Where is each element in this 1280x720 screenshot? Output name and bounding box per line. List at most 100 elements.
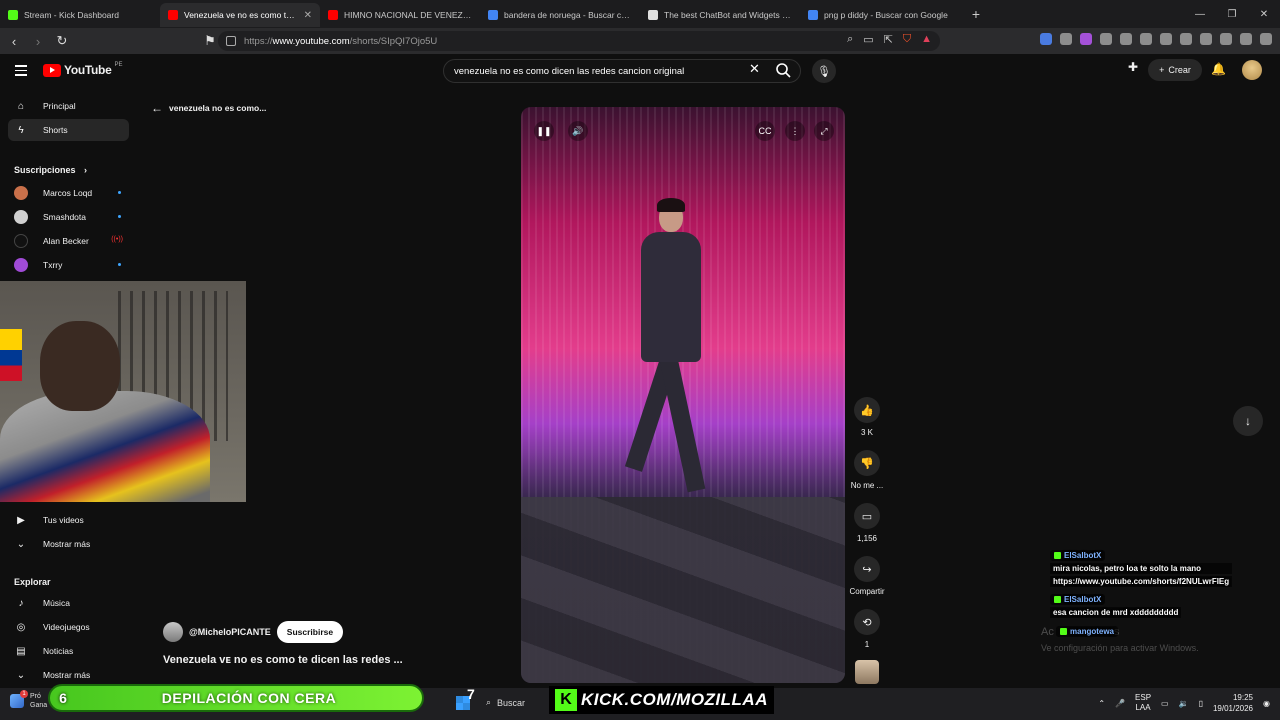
sidebar-item-principal[interactable]: ⌂ Principal — [8, 95, 129, 117]
leo-icon[interactable] — [1220, 33, 1232, 45]
voice-search-icon[interactable]: 🎙 — [812, 59, 836, 83]
minimize-button[interactable]: — — [1184, 0, 1216, 28]
close-window-button[interactable]: ✕ — [1248, 0, 1280, 28]
lang-line2: LAA — [1135, 703, 1151, 712]
chat-message-2: mangotewa — [1056, 626, 1119, 637]
notification-center-icon[interactable]: ◉ — [1263, 699, 1270, 708]
clock[interactable]: 19:25 19/01/2026 — [1213, 692, 1253, 714]
comments-button[interactable]: ▭ 1,156 — [848, 503, 886, 543]
forward-nav-button[interactable]: › — [28, 31, 48, 51]
volume-tray-icon[interactable]: 🔉 — [1179, 699, 1189, 708]
channel-avatar[interactable] — [163, 622, 183, 642]
sidebar-item-videojuegos[interactable]: ◎ Videojuegos — [8, 616, 129, 638]
maximize-button[interactable]: ❐ — [1216, 0, 1248, 28]
browser-tab[interactable]: png p diddy - Buscar con Google — [800, 3, 960, 27]
new-tab-button[interactable]: + — [966, 4, 986, 24]
more-options-icon[interactable]: ⋮ — [785, 121, 805, 141]
sound-thumbnail[interactable] — [855, 660, 879, 684]
remix-button[interactable]: ⟲ 1 — [848, 609, 886, 649]
back-nav-button[interactable]: ‹ — [4, 31, 24, 51]
purple-extension-icon[interactable] — [1080, 33, 1092, 45]
language-indicator[interactable]: ESP LAA — [1135, 693, 1151, 713]
search-icon[interactable] — [773, 60, 793, 80]
reload-button[interactable]: ↻ — [52, 31, 72, 51]
network-icon[interactable]: ▭ — [1161, 699, 1169, 708]
url-field[interactable]: https://www.youtube.com/shorts/SIpQI7Ojo… — [218, 31, 940, 51]
subscribe-button[interactable]: Suscribirse — [276, 621, 344, 643]
battery-icon[interactable]: ▯ — [1199, 699, 1203, 708]
brave-shield-icon[interactable]: ⛉ — [903, 33, 911, 46]
volume-icon[interactable]: 🔊 — [568, 121, 588, 141]
browser-tab[interactable]: The best ChatBot and Widgets for K — [640, 3, 800, 27]
extension-icon[interactable] — [1060, 33, 1072, 45]
hamburger-menu-icon[interactable] — [15, 65, 27, 79]
site-info-icon[interactable] — [226, 36, 236, 46]
youtube-logo-text: YouTube — [64, 63, 112, 77]
browser-tab[interactable]: bandera de noruega - Buscar con Go — [480, 3, 640, 27]
back-to-results-button[interactable]: ← venezuela no es como... — [151, 101, 266, 115]
captions-icon[interactable]: CC — [755, 121, 775, 141]
chevron-right-icon: › — [84, 165, 88, 175]
watermark-line2-end: configuración para activar Windows. — [1054, 643, 1199, 653]
cast-icon[interactable]: ▭ — [863, 33, 873, 46]
search-input[interactable]: venezuela no es como dicen las redes can… — [443, 59, 801, 83]
browser-tab[interactable]: Stream - Kick Dashboard — [0, 3, 160, 27]
vpn-icon[interactable] — [1240, 33, 1252, 45]
sidebar-item-shorts[interactable]: ϟ Shorts — [8, 119, 129, 141]
chat-username: mangotewa — [1056, 626, 1119, 637]
video-icon: ▶ — [17, 514, 25, 526]
channel-info: @MicheloPICANTE Suscribirse — [163, 621, 344, 643]
sidebar-item-musica[interactable]: ♪ Música — [8, 592, 129, 614]
short-title[interactable]: Venezuela ᴠᴇ no es como te dicen las red… — [163, 654, 403, 666]
account-avatar[interactable] — [1242, 60, 1262, 80]
next-short-button[interactable]: ↓ — [1233, 406, 1263, 436]
subscriptions-heading[interactable]: Suscripciones › — [14, 165, 87, 175]
back-label: venezuela no es como... — [169, 103, 267, 113]
browser-tab[interactable]: Venezuela ve no es como te d ✕ — [160, 3, 320, 27]
sidebar-item-sub-0[interactable]: Marcos Loqd — [8, 182, 129, 204]
media-icon[interactable] — [1160, 33, 1172, 45]
notifications-bell-icon[interactable]: 🔔 — [1211, 62, 1226, 76]
clear-search-icon[interactable]: ✕ — [749, 61, 760, 77]
sidebar-item-tus-videos[interactable]: ▶ Tus videos — [8, 509, 129, 531]
chevron-up-icon[interactable]: ⌃ — [1098, 699, 1105, 708]
microphone-icon[interactable]: 🎤 — [1115, 699, 1125, 708]
like-count: 3 K — [860, 428, 873, 437]
tab-favicon-icon — [488, 10, 498, 20]
menu-icon[interactable] — [1260, 33, 1272, 45]
wallet-icon[interactable] — [1200, 33, 1212, 45]
translate-extension-icon[interactable] — [1040, 33, 1052, 45]
extensions-toolbar — [1040, 33, 1272, 45]
zoom-icon[interactable]: ⌕ — [847, 33, 853, 46]
sidebar-item-sub-1[interactable]: Smashdota — [8, 206, 129, 228]
dislike-button[interactable]: 👎 No me ... — [848, 450, 886, 490]
brave-rewards-icon[interactable]: ▲ — [921, 33, 932, 46]
sidebar-item-sub-2[interactable]: Alan Becker ((•)) — [8, 230, 129, 252]
pause-icon[interactable]: ❚❚ — [534, 121, 554, 141]
sidebar-item-show-more-explore[interactable]: ⌄ Mostrar más — [8, 664, 129, 686]
search-icon: ⌕ — [486, 697, 492, 707]
create-button[interactable]: + Crear — [1148, 59, 1202, 81]
like-button[interactable]: 👍 3 K — [848, 397, 886, 437]
watermark-line2-start: Ve — [1041, 643, 1052, 653]
sidebar-icon[interactable] — [1180, 33, 1192, 45]
share-button[interactable]: ↪ Compartir — [848, 556, 886, 596]
taskbar-news-widget[interactable]: Pró Gana — [10, 690, 47, 710]
channel-name[interactable]: @MicheloPICANTE — [189, 627, 271, 637]
create-short-icon[interactable]: ✚ — [1128, 60, 1138, 74]
share-icon[interactable]: ⇱ — [884, 33, 893, 46]
short-video-player[interactable]: ❚❚ 🔊 CC ⋮ ⤢ — [521, 107, 845, 683]
puzzle-icon[interactable] — [1100, 33, 1112, 45]
tab-label: Venezuela ve no es como te d — [184, 10, 298, 20]
fullscreen-icon[interactable]: ⤢ — [814, 121, 834, 141]
youtube-logo[interactable]: YouTube PE — [43, 62, 122, 77]
download-icon[interactable] — [1140, 33, 1152, 45]
bookmark-icon[interactable]: ⚑ — [200, 31, 220, 51]
browser-tab[interactable]: HIMNO NACIONAL DE VENEZUELA — [320, 3, 480, 27]
sidebar-item-noticias[interactable]: ▤ Noticias — [8, 640, 129, 662]
sidebar-item-show-more[interactable]: ⌄ Mostrar más — [8, 533, 129, 555]
screenshot-icon[interactable] — [1120, 33, 1132, 45]
taskbar-search[interactable]: ⌕ Buscar — [486, 697, 525, 708]
close-tab-icon[interactable]: ✕ — [304, 10, 312, 21]
sidebar-item-sub-3[interactable]: Txrry — [8, 254, 129, 276]
